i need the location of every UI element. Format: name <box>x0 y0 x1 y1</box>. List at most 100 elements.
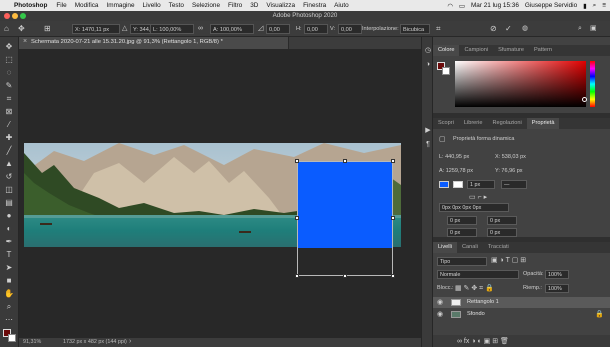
hue-slider[interactable] <box>590 61 595 107</box>
blend-mode-select[interactable]: Normale <box>437 270 519 279</box>
tab-regolazioni[interactable]: Regolazioni <box>488 118 527 129</box>
color-field[interactable] <box>455 61 587 107</box>
rotate-icon[interactable]: ◿ <box>258 24 263 34</box>
eye-icon[interactable]: ◉ <box>437 310 443 318</box>
prop-y[interactable]: Y: 76,96 px <box>495 168 523 174</box>
crop-tool-icon[interactable]: ⌗ <box>3 93 15 104</box>
menubar-datetime[interactable]: Mar 21 lug 15:36 <box>471 2 519 9</box>
history-panel-icon[interactable]: ◷ <box>424 47 432 55</box>
corner-radius-field[interactable]: 0px 0px 0px 0px <box>439 203 509 212</box>
clone-stamp-icon[interactable]: ▲ <box>3 158 15 169</box>
handle-bottom-left[interactable] <box>295 274 299 278</box>
layer-row[interactable]: ◉ Sfondo 🔒 <box>433 309 610 320</box>
handle-left[interactable] <box>295 216 299 220</box>
menu-aiuto[interactable]: Aiuto <box>334 2 349 9</box>
menubar-user[interactable]: Giuseppe Servidio <box>525 2 577 9</box>
tab-librerie[interactable]: Librerie <box>459 118 488 129</box>
paragraph-panel-icon[interactable]: ¶ <box>424 141 432 149</box>
transform-bounding-box[interactable] <box>295 159 395 278</box>
menu-finestra[interactable]: Finestra <box>303 2 326 9</box>
menu-immagine[interactable]: Immagine <box>106 2 134 9</box>
menu-list-icon[interactable]: ≡ <box>602 2 606 9</box>
pen-tool-icon[interactable]: ✒ <box>3 236 15 247</box>
angle-field[interactable]: 0,00 <box>266 24 290 34</box>
reference-point-icon[interactable]: ⊞ <box>44 24 51 34</box>
close-tab-icon[interactable]: × <box>23 38 27 45</box>
corner-bl-field[interactable]: 0 px <box>447 228 477 237</box>
interpolation-select[interactable]: Bicubica <box>400 24 430 34</box>
lock-icons[interactable]: ▦ ✎ ✥ ⌗ 🔒 <box>455 284 494 293</box>
wifi-icon[interactable]: ◠ <box>447 2 453 10</box>
layer-name[interactable]: Sfondo <box>467 311 485 317</box>
menu-filtro[interactable]: Filtro <box>228 2 242 9</box>
brush-tool-icon[interactable]: ╱ <box>3 145 15 156</box>
stroke-align-icon[interactable]: ▭ ⌐ ▸ <box>469 193 487 201</box>
zoom-level[interactable]: 91,31% <box>23 339 41 345</box>
tab-sfumature[interactable]: Sfumature <box>493 45 529 56</box>
handle-right[interactable] <box>391 216 395 220</box>
lasso-tool-icon[interactable]: ◌ <box>3 67 15 78</box>
corner-br-field[interactable]: 0 px <box>487 228 517 237</box>
fill-field[interactable]: 100% <box>545 284 569 293</box>
move-tool-icon[interactable]: ✥ <box>3 41 15 52</box>
status-arrow-icon[interactable]: › <box>129 338 131 345</box>
x-field[interactable]: X: 1470,11 px <box>72 24 120 34</box>
rectangle-tool-icon[interactable]: ■ <box>3 275 15 286</box>
layer-actions-icons[interactable]: ∞ fx ◑ ◐ ▣ ⊞ 🗑 <box>457 337 509 345</box>
frame-tool-icon[interactable]: ⊠ <box>3 106 15 117</box>
more-tools-icon[interactable]: ⋯ <box>3 314 15 325</box>
eraser-tool-icon[interactable]: ◫ <box>3 184 15 195</box>
menu-file[interactable]: File <box>56 2 66 9</box>
prop-height[interactable]: A: 1259,78 px <box>439 168 473 174</box>
tab-campioni[interactable]: Campioni <box>459 45 493 56</box>
eye-icon[interactable]: ◉ <box>437 298 443 306</box>
document-tab[interactable]: × Schermata 2020-07-21 alle 15.31.20.jpg… <box>19 37 289 49</box>
home-icon[interactable]: ⌂ <box>4 24 9 34</box>
menu-3d[interactable]: 3D <box>250 2 258 9</box>
path-select-icon[interactable]: ➤ <box>3 262 15 273</box>
tab-pattern[interactable]: Pattern <box>529 45 557 56</box>
tab-proprieta[interactable]: Proprietà <box>526 118 560 129</box>
handle-bottom[interactable] <box>343 274 347 278</box>
quick-select-icon[interactable]: ✎ <box>3 80 15 91</box>
prop-width[interactable]: L: 440,95 px <box>439 154 469 160</box>
flag-icon[interactable]: ▮ <box>583 2 587 10</box>
menu-visualizza[interactable]: Visualizza <box>266 2 295 9</box>
menu-livello[interactable]: Livello <box>143 2 161 9</box>
corner-tr-field[interactable]: 0 px <box>487 216 517 225</box>
menu-testo[interactable]: Testo <box>169 2 184 9</box>
corner-tl-field[interactable]: 0 px <box>447 216 477 225</box>
menu-selezione[interactable]: Selezione <box>192 2 220 9</box>
hand-tool-icon[interactable]: ✋ <box>3 288 15 299</box>
h-skew-field[interactable]: 0,00 <box>304 24 328 34</box>
tab-tracciati[interactable]: Tracciati <box>483 242 514 253</box>
v-skew-field[interactable]: 0,00 <box>338 24 362 34</box>
workspace-icon[interactable]: ▣ <box>590 24 597 34</box>
search-icon[interactable]: ⌕ <box>593 2 597 10</box>
height-field[interactable]: A: 100,00% <box>210 24 254 34</box>
prop-x[interactable]: X: 538,03 px <box>495 154 526 160</box>
type-tool-icon[interactable]: T <box>3 249 15 260</box>
delta-icon[interactable]: △ <box>122 24 127 34</box>
handle-top-left[interactable] <box>295 159 299 163</box>
dodge-tool-icon[interactable]: ◐ <box>3 223 15 234</box>
color-picker-cursor[interactable] <box>582 97 587 102</box>
move-tool-icon[interactable]: ✥ <box>18 24 25 34</box>
background-color-swatch[interactable] <box>8 334 16 342</box>
panel-background-swatch[interactable] <box>442 67 450 75</box>
cancel-transform-icon[interactable]: ⊘ <box>490 24 497 34</box>
marquee-tool-icon[interactable]: ⬚ <box>3 54 15 65</box>
eyedropper-icon[interactable]: ⁄ <box>3 119 15 130</box>
zoom-tool-icon[interactable]: ⌕ <box>3 301 15 312</box>
search-icon[interactable]: ⌕ <box>578 24 582 34</box>
tab-canali[interactable]: Canali <box>457 242 483 253</box>
link-icon[interactable]: ∞ <box>198 24 203 34</box>
healing-brush-icon[interactable]: ✚ <box>3 132 15 143</box>
commit-transform-icon[interactable]: ✓ <box>505 24 512 34</box>
handle-top[interactable] <box>343 159 347 163</box>
stroke-color-swatch[interactable] <box>453 181 463 188</box>
layer-filter-select[interactable]: Tipo <box>437 257 487 266</box>
handle-top-right[interactable] <box>391 159 395 163</box>
tab-livelli[interactable]: Livelli <box>433 242 457 253</box>
width-field[interactable]: L: 100,00% <box>150 24 194 34</box>
